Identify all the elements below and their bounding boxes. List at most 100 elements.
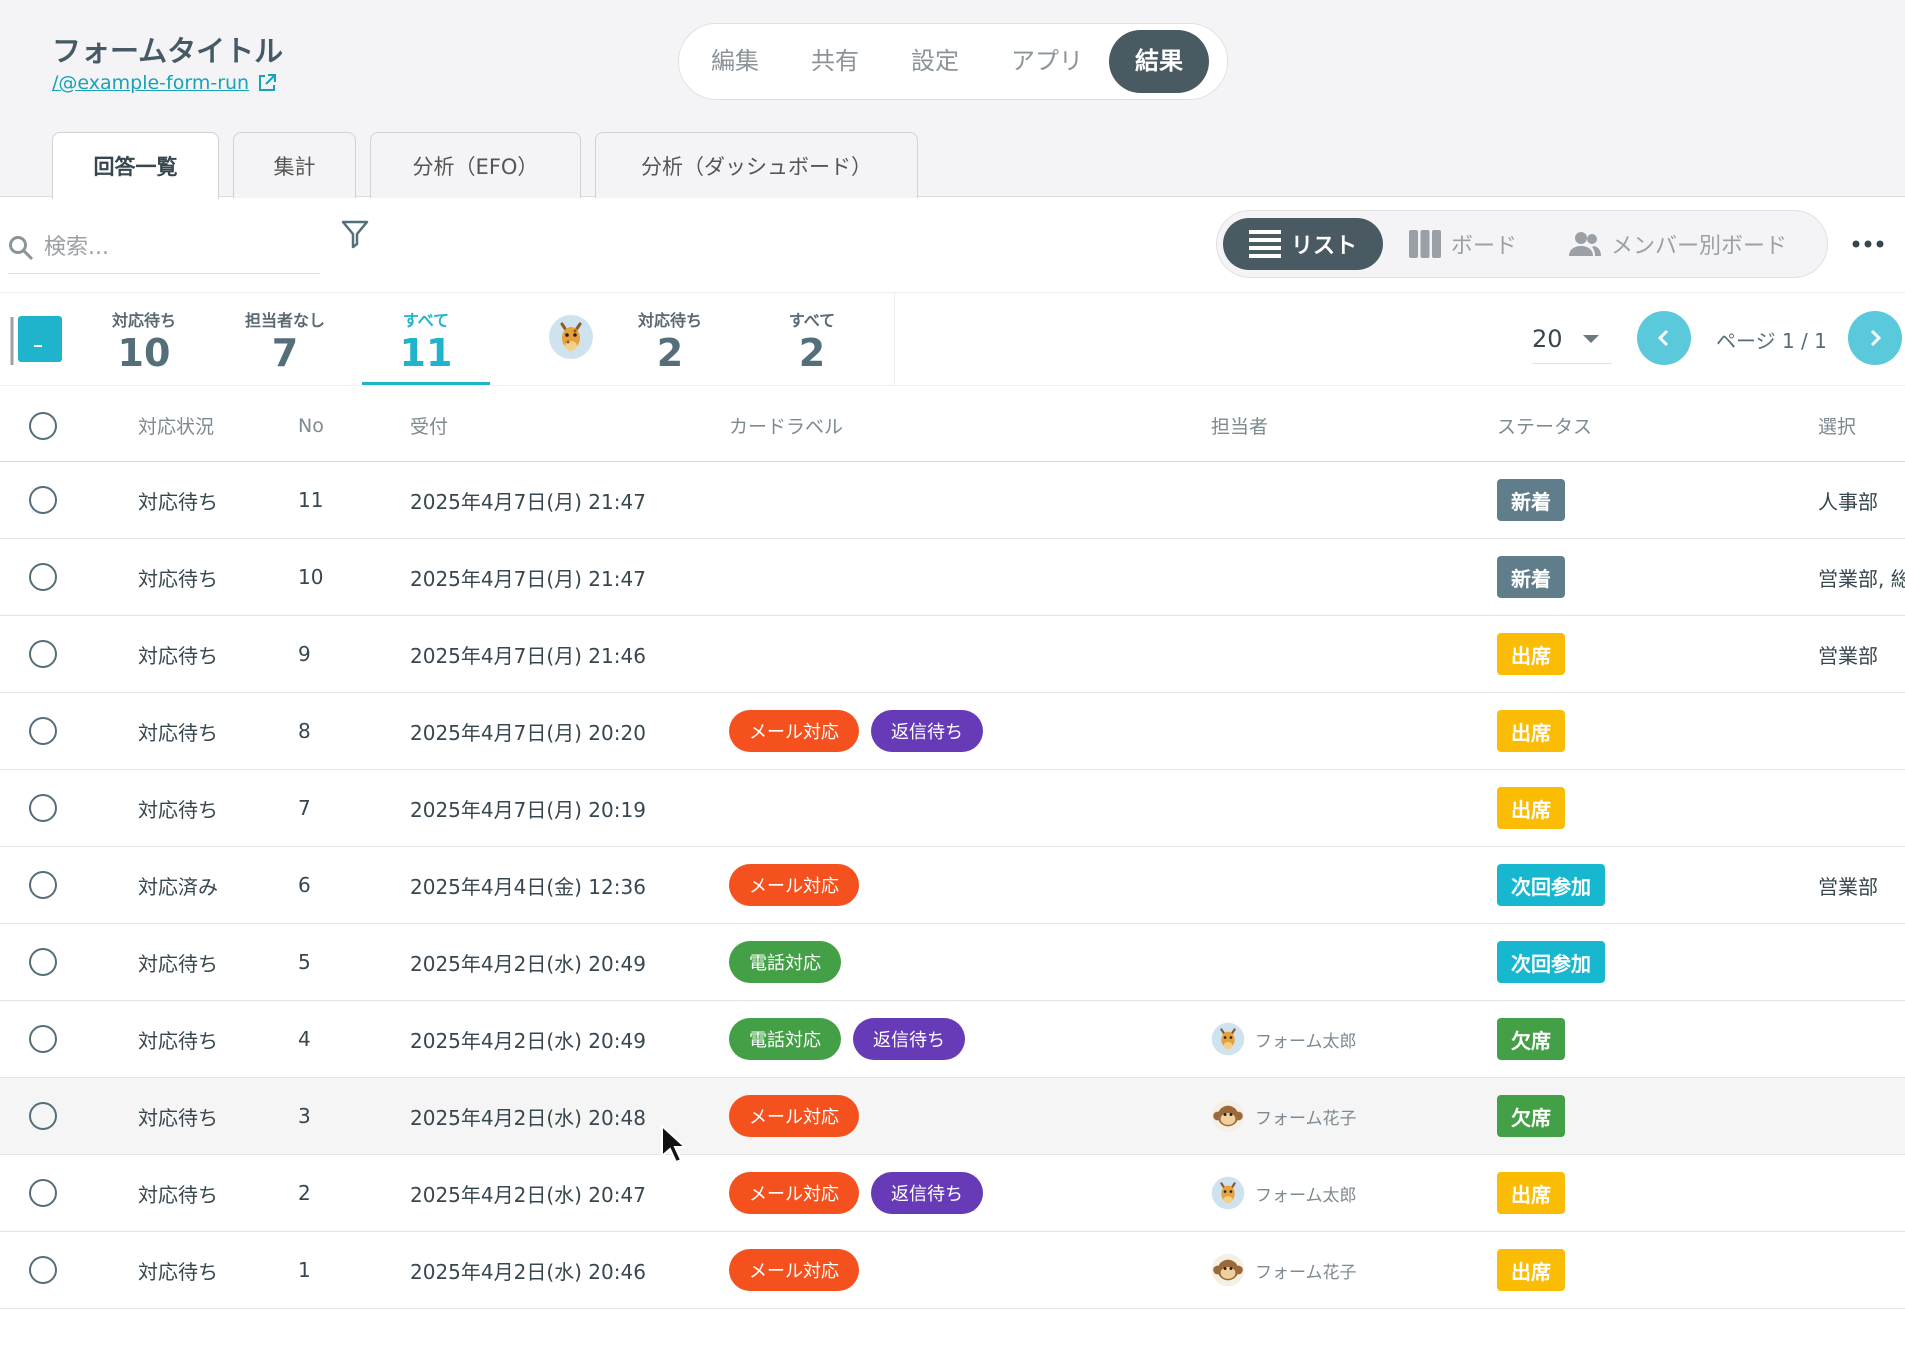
table-row[interactable]: 対応待ち 2 2025年4月2日(水) 20:47 メール対応 返信待ち フォーム太郎 出席 xyxy=(0,1155,1905,1232)
counter-team-all[interactable]: すべて 11 xyxy=(390,307,462,375)
form-link[interactable]: /@example-form-run xyxy=(52,72,277,94)
column-status-badge[interactable]: ステータス xyxy=(1497,390,1592,461)
counter-team-unassigned[interactable]: 担当者なし 7 xyxy=(240,307,330,375)
prev-page-button[interactable] xyxy=(1637,311,1691,365)
team-board-icon xyxy=(10,316,62,365)
status-badge-cell: 出席 xyxy=(1497,1232,1565,1308)
column-no[interactable]: No xyxy=(298,390,324,461)
search-input[interactable] xyxy=(44,235,304,260)
mode-tab-edit[interactable]: 編集 xyxy=(685,30,785,93)
table-row[interactable]: 対応済み 6 2025年4月4日(金) 12:36 メール対応 次回参加 営業部 xyxy=(0,847,1905,924)
mode-tab-settings[interactable]: 設定 xyxy=(885,30,985,93)
status-badge-cell: 出席 xyxy=(1497,616,1565,692)
mode-tab-share[interactable]: 共有 xyxy=(785,30,885,93)
row-select-radio[interactable] xyxy=(29,1179,57,1207)
form-title: フォームタイトル xyxy=(52,34,284,68)
status-badge-cell: 出席 xyxy=(1497,693,1565,769)
column-assignee[interactable]: 担当者 xyxy=(1211,390,1268,461)
view-switch: リスト ボード メンバー別ボード xyxy=(1216,210,1828,278)
column-status[interactable]: 対応状況 xyxy=(138,390,214,461)
view-board-button[interactable]: ボード xyxy=(1383,218,1543,270)
received-date: 2025年4月7日(月) 20:19 xyxy=(410,797,646,822)
giraffe-icon xyxy=(1211,1022,1245,1056)
monkey-icon xyxy=(1211,1099,1245,1133)
select-value: 営業部, 総 xyxy=(1818,566,1905,591)
tab-summary[interactable]: 集計 xyxy=(233,132,356,198)
table-row[interactable]: 対応待ち 9 2025年4月7日(月) 21:46 出席 営業部 xyxy=(0,616,1905,693)
tab-responses[interactable]: 回答一覧 xyxy=(52,132,219,199)
mode-tab-apps[interactable]: アプリ xyxy=(985,30,1109,93)
counter-team-waiting[interactable]: 対応待ち 10 xyxy=(108,307,180,375)
received-date: 2025年4月2日(水) 20:47 xyxy=(410,1182,646,1207)
column-select[interactable]: 選択 xyxy=(1818,390,1856,461)
row-select-radio[interactable] xyxy=(29,794,57,822)
table-row[interactable]: 対応待ち 1 2025年4月2日(水) 20:46 メール対応 フォーム花子 出席 xyxy=(0,1232,1905,1309)
form-link-text[interactable]: /@example-form-run xyxy=(52,72,249,94)
card-labels: 電話対応 返信待ち xyxy=(729,1001,965,1077)
counter-mine-all[interactable]: すべて 2 xyxy=(776,307,848,375)
status-badge: 出席 xyxy=(1497,633,1565,675)
giraffe-icon xyxy=(1211,1176,1245,1210)
members-icon xyxy=(1569,232,1602,256)
row-select-radio[interactable] xyxy=(29,486,57,514)
response-no: 7 xyxy=(298,796,311,820)
page-indicator: ページ 1 / 1 xyxy=(1716,329,1827,353)
table-header: 対応状況 No 受付 カードラベル 担当者 ステータス 選択 xyxy=(0,390,1905,462)
board-columns-icon xyxy=(1409,230,1442,258)
response-no: 3 xyxy=(298,1104,311,1128)
more-options-icon[interactable] xyxy=(1852,237,1884,251)
table-row[interactable]: 対応待ち 3 2025年4月2日(水) 20:48 メール対応 フォーム花子 欠席 xyxy=(0,1078,1905,1155)
status-badge-cell: 次回参加 xyxy=(1497,924,1605,1000)
response-status: 対応待ち xyxy=(138,720,218,745)
counter-mine-waiting[interactable]: 対応待ち 2 xyxy=(634,307,706,375)
table-row[interactable]: 対応待ち 8 2025年4月7日(月) 20:20 メール対応 返信待ち 出席 xyxy=(0,693,1905,770)
response-no: 8 xyxy=(298,719,311,743)
table-row[interactable]: 対応待ち 7 2025年4月7日(月) 20:19 出席 xyxy=(0,770,1905,847)
select-value: 営業部 xyxy=(1818,874,1878,899)
response-no: 4 xyxy=(298,1027,311,1051)
mode-tab-results[interactable]: 結果 xyxy=(1109,30,1209,93)
filter-icon[interactable] xyxy=(340,218,370,250)
select-value: 人事部 xyxy=(1818,489,1878,514)
response-status: 対応待ち xyxy=(138,643,218,668)
response-status: 対応待ち xyxy=(138,1259,218,1284)
header: フォームタイトル /@example-form-run 編集 共有 設定 アプリ… xyxy=(0,0,1905,199)
table-row[interactable]: 対応待ち 11 2025年4月7日(月) 21:47 新着 人事部 xyxy=(0,462,1905,539)
card-labels: メール対応 xyxy=(729,1232,859,1308)
next-page-button[interactable] xyxy=(1848,311,1902,365)
row-select-radio[interactable] xyxy=(29,1256,57,1284)
column-card-label[interactable]: カードラベル xyxy=(729,390,843,461)
card-label-pill: 電話対応 xyxy=(729,1018,841,1060)
mouse-cursor-icon xyxy=(661,1124,686,1164)
select-all-radio[interactable] xyxy=(29,411,57,440)
table-row[interactable]: 対応待ち 5 2025年4月2日(水) 20:49 電話対応 次回参加 xyxy=(0,924,1905,1001)
row-select-radio[interactable] xyxy=(29,1025,57,1053)
view-board-label: ボード xyxy=(1451,234,1518,259)
received-date: 2025年4月2日(水) 20:49 xyxy=(410,1028,646,1053)
card-label-pill: メール対応 xyxy=(729,1095,859,1137)
per-page-select[interactable]: 20 xyxy=(1532,314,1612,364)
view-list-button[interactable]: リスト xyxy=(1223,218,1384,270)
status-badge: 次回参加 xyxy=(1497,941,1605,983)
row-select-radio[interactable] xyxy=(29,563,57,591)
per-page-value: 20 xyxy=(1532,324,1563,353)
table-row[interactable]: 対応待ち 4 2025年4月2日(水) 20:49 電話対応 返信待ち フォーム太郎 欠席 xyxy=(0,1001,1905,1078)
card-label-pill: メール対応 xyxy=(729,710,859,752)
card-label-pill: 電話対応 xyxy=(729,941,841,983)
status-badge-cell: 新着 xyxy=(1497,539,1565,615)
row-select-radio[interactable] xyxy=(29,717,57,745)
view-member-board-button[interactable]: メンバー別ボード xyxy=(1543,218,1813,270)
response-no: 2 xyxy=(298,1181,311,1205)
row-select-radio[interactable] xyxy=(29,948,57,976)
status-badge-cell: 欠席 xyxy=(1497,1001,1565,1077)
row-select-radio[interactable] xyxy=(29,1102,57,1130)
assignee-name: フォーム花子 xyxy=(1255,1262,1357,1283)
tab-analysis-dashboard[interactable]: 分析（ダッシュボード） xyxy=(595,132,918,198)
table-row[interactable]: 対応待ち 10 2025年4月7日(月) 21:47 新着 営業部, 総 xyxy=(0,539,1905,616)
status-badge: 出席 xyxy=(1497,1249,1565,1291)
card-labels: メール対応 返信待ち xyxy=(729,693,983,769)
column-received[interactable]: 受付 xyxy=(410,390,448,461)
row-select-radio[interactable] xyxy=(29,871,57,899)
row-select-radio[interactable] xyxy=(29,640,57,668)
tab-analysis-efo[interactable]: 分析（EFO） xyxy=(370,132,581,198)
